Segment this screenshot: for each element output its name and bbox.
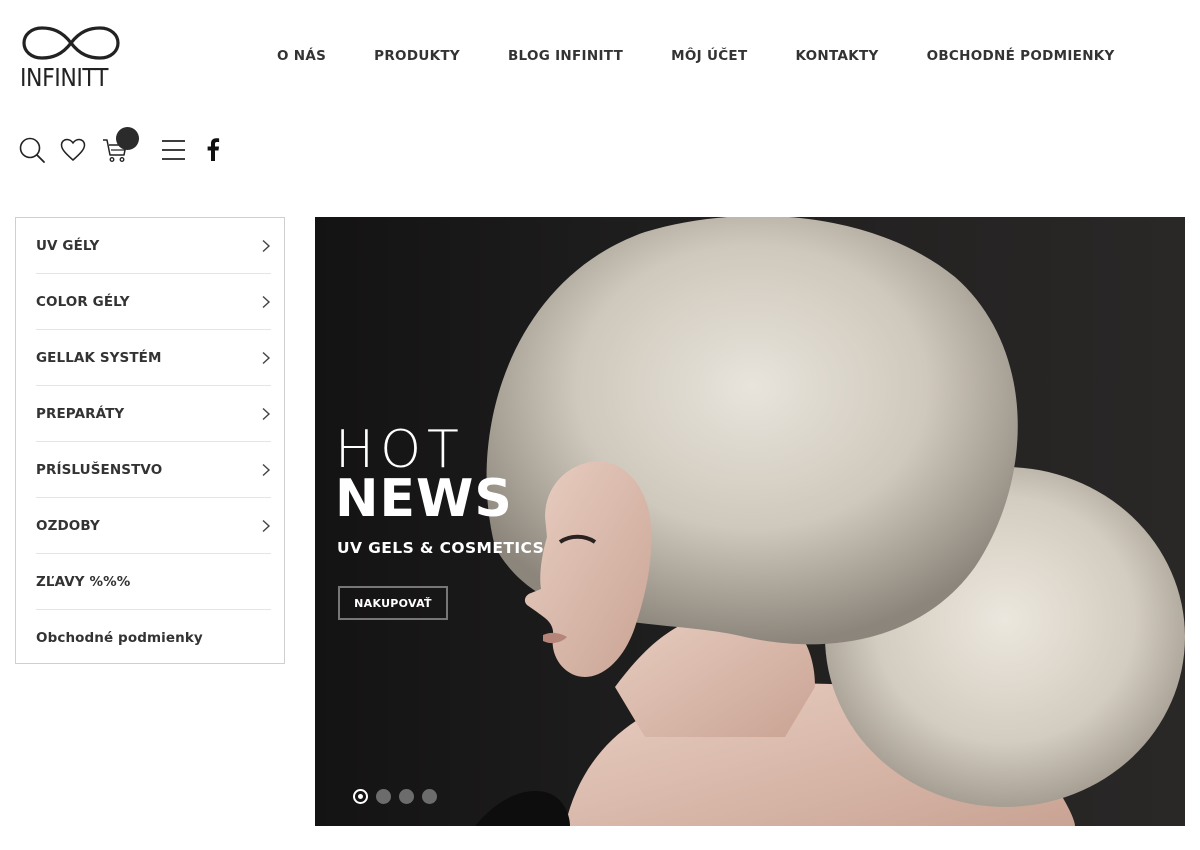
category-item-preparaty[interactable]: PREPARÁTY (36, 386, 271, 442)
nav-link-moj-ucet[interactable]: MÔJ ÚČET (671, 48, 747, 64)
menu-icon[interactable] (161, 139, 186, 166)
category-item-obchodne-podmienky[interactable]: Obchodné podmienky (36, 610, 271, 665)
infinity-logo-icon (22, 26, 120, 60)
main-navigation: O NÁS PRODUKTY BLOG INFINITT MÔJ ÚČET KO… (277, 48, 1115, 64)
hero-title-bold: NEWS (335, 469, 513, 529)
category-label: UV GÉLY (36, 237, 100, 254)
category-item-zlavy[interactable]: ZĽAVY %%% (36, 554, 271, 610)
chevron-right-icon (262, 295, 271, 309)
cart-count-badge (116, 127, 139, 150)
brand-logo[interactable]: INFINITT (20, 26, 122, 92)
nav-link-obchodne-podmienky[interactable]: OBCHODNÉ PODMIENKY (927, 48, 1115, 64)
category-label: Obchodné podmienky (36, 629, 203, 646)
chevron-right-icon (262, 407, 271, 421)
slider-dot-1[interactable] (353, 789, 368, 804)
category-label: PREPARÁTY (36, 405, 125, 422)
slider-dot-2[interactable] (376, 789, 391, 804)
category-label: COLOR GÉLY (36, 293, 130, 310)
slider-pagination (353, 789, 445, 804)
category-label: OZDOBY (36, 517, 100, 534)
facebook-icon[interactable] (206, 137, 220, 166)
nav-link-blog[interactable]: BLOG INFINITT (508, 48, 623, 64)
nav-link-o-nas[interactable]: O NÁS (277, 48, 326, 64)
category-label: PRÍSLUŠENSTVO (36, 461, 163, 478)
category-item-gellak-system[interactable]: GELLAK SYSTÉM (36, 330, 271, 386)
category-sidebar: UV GÉLY COLOR GÉLY GELLAK SYSTÉM PREPARÁ… (15, 217, 285, 664)
chevron-right-icon (262, 351, 271, 365)
category-item-color-gely[interactable]: COLOR GÉLY (36, 274, 271, 330)
category-item-uv-gely[interactable]: UV GÉLY (36, 218, 271, 274)
chevron-right-icon (262, 239, 271, 253)
hero-slider: HOT NEWS UV GELS & COSMETICS NAKUPOVAŤ (315, 217, 1185, 826)
nav-link-kontakty[interactable]: KONTAKTY (795, 48, 878, 64)
category-item-prislusenstvo[interactable]: PRÍSLUŠENSTVO (36, 442, 271, 498)
slider-dot-3[interactable] (399, 789, 414, 804)
category-item-ozdoby[interactable]: OZDOBY (36, 498, 271, 554)
heart-icon[interactable] (60, 138, 86, 167)
hero-subtitle: UV GELS & COSMETICS (337, 539, 545, 557)
category-label: ZĽAVY %%% (36, 573, 131, 590)
category-label: GELLAK SYSTÉM (36, 349, 162, 366)
search-icon[interactable] (18, 136, 46, 169)
chevron-right-icon (262, 463, 271, 477)
slider-dot-4[interactable] (422, 789, 437, 804)
shop-now-button[interactable]: NAKUPOVAŤ (338, 586, 448, 620)
chevron-right-icon (262, 519, 271, 533)
brand-name: INFINITT (20, 63, 109, 92)
nav-link-produkty[interactable]: PRODUKTY (374, 48, 460, 64)
